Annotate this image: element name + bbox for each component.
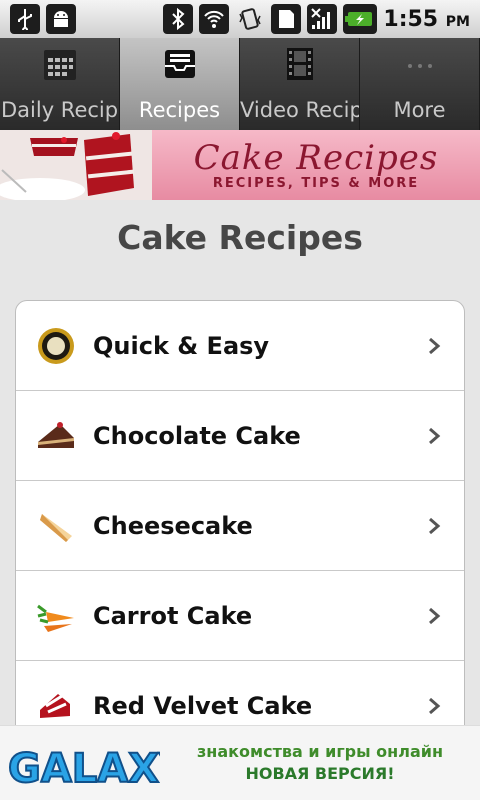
list-item-quick-easy[interactable]: Quick & Easy	[16, 301, 464, 391]
tab-label: Recipes	[138, 98, 221, 122]
tab-label: Video Recipe	[240, 98, 359, 122]
list-item-label: Red Velvet Cake	[93, 691, 313, 720]
chevron-right-icon	[429, 607, 441, 625]
wifi-icon	[199, 4, 230, 34]
chevron-right-icon	[429, 517, 441, 535]
banner-title: Cake Recipes	[193, 137, 439, 178]
tab-label: More	[393, 98, 446, 122]
category-list: Quick & Easy Chocolate Cake Cheesecake C…	[15, 300, 465, 752]
ad-line2: НОВАЯ ВЕРСИЯ!	[245, 764, 395, 783]
status-bar: 1:55 PM	[0, 0, 480, 38]
chevron-right-icon	[429, 337, 441, 355]
calendar-icon	[44, 50, 76, 80]
list-item-carrot-cake[interactable]: Carrot Cake	[16, 571, 464, 661]
vibrate-icon	[235, 4, 265, 34]
tab-daily-recipes[interactable]: Daily Recipes	[0, 38, 120, 130]
clock: 1:55 PM	[383, 6, 470, 32]
red-velvet-icon	[40, 694, 70, 718]
tab-bar: Daily Recipes Recipes Video Recipe More	[0, 38, 480, 130]
svg-text:GALAXY: GALAXY	[8, 746, 160, 792]
bluetooth-icon	[163, 4, 194, 34]
tab-label: Daily Recipes	[1, 98, 119, 122]
more-icon	[408, 64, 432, 68]
list-item-label: Carrot Cake	[93, 601, 253, 630]
page-title: Cake Recipes	[117, 218, 363, 257]
header-banner: Cake Recipes RECIPES, TIPS & MORE	[0, 130, 480, 200]
cake-photo	[0, 130, 152, 200]
list-item-cheesecake[interactable]: Cheesecake	[16, 481, 464, 571]
timer-icon	[38, 328, 74, 364]
banner-subtitle: RECIPES, TIPS & MORE	[212, 175, 420, 191]
usb-icon	[10, 4, 40, 34]
tab-recipes[interactable]: Recipes	[120, 38, 240, 130]
list-item-label: Cheesecake	[93, 511, 253, 540]
ad-line1: знакомства и игры онлайн	[197, 742, 443, 761]
sd-card-icon	[271, 4, 302, 34]
tab-video-recipe[interactable]: Video Recipe	[240, 38, 360, 130]
chevron-right-icon	[429, 697, 441, 715]
galaxy-logo: GALAXY	[0, 726, 190, 800]
signal-icon	[307, 4, 338, 34]
list-item-label: Chocolate Cake	[93, 421, 301, 450]
ad-text: знакомства и игры онлайн НОВАЯ ВЕРСИЯ!	[160, 741, 480, 785]
list-item-chocolate-cake[interactable]: Chocolate Cake	[16, 391, 464, 481]
carrot-icon	[37, 604, 74, 632]
chevron-right-icon	[429, 427, 441, 445]
android-icon	[46, 4, 76, 34]
film-icon	[287, 48, 313, 80]
tab-more[interactable]: More	[360, 38, 480, 130]
battery-icon	[343, 4, 378, 34]
banner-text: Cake Recipes RECIPES, TIPS & MORE	[152, 130, 480, 200]
cheesecake-icon	[40, 514, 72, 542]
list-item-label: Quick & Easy	[93, 331, 270, 360]
inbox-icon	[165, 50, 195, 78]
chocolate-cake-icon	[38, 422, 74, 448]
ad-banner[interactable]: GALAXY знакомства и игры онлайн НОВАЯ ВЕ…	[0, 725, 480, 800]
